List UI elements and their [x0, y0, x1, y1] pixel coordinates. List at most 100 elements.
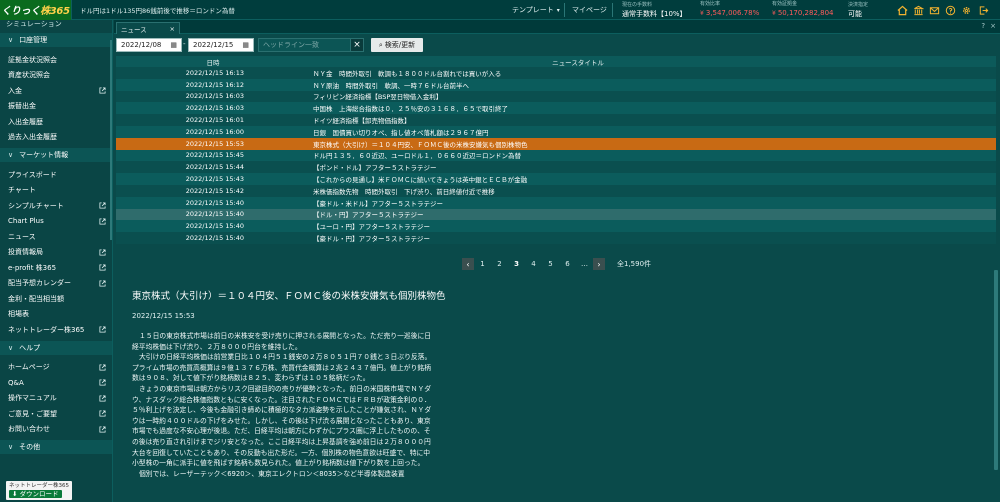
table-row[interactable]: 2022/12/15 16:13 ＮＹ金 時間外取引 軟調も１８００ドル台割れでは… [116, 67, 996, 79]
date-to-input[interactable]: 2022/12/15 ▦ [188, 38, 254, 52]
tab-news[interactable]: ニュース × [116, 22, 180, 34]
calendar-icon[interactable]: ▦ [242, 41, 249, 49]
table-row[interactable]: 2022/12/15 16:01 ドイツ経済指標【卸売物価指数】 [116, 114, 996, 126]
sidebar-item-label: 配当予想カレンダー [8, 279, 71, 288]
page-number[interactable]: 3 [508, 260, 525, 268]
sidebar-item[interactable]: 金利・配当相当額 [0, 291, 112, 307]
row-title: ドル円１３５．６０近辺、ユーロドル１．０６６０近辺＝ロンドン為替 [313, 152, 521, 161]
external-link-icon [99, 218, 106, 225]
table-row[interactable]: 2022/12/15 15:44 【ポンド・ドル】アフター５ストラテジー [116, 161, 996, 174]
sidebar-scrollbar[interactable] [110, 40, 112, 240]
table-row[interactable]: 2022/12/15 16:03 中国株 上海総合指数は０．２５％安の３１６８．６… [116, 102, 996, 115]
chevron-down-icon: ∨ [8, 443, 14, 451]
logout-icon[interactable] [977, 4, 989, 16]
sidebar-item[interactable]: 相場表 [0, 307, 112, 323]
table-row[interactable]: 2022/12/15 15:40 【豪ドル・米ドル】アフター５ストラテジー [116, 196, 996, 209]
mypage-button[interactable]: マイページ [572, 0, 607, 20]
next-page-button[interactable]: › [593, 258, 605, 270]
download-button[interactable]: ネットトレーダー株365 ⬇ ダウンロード [6, 481, 72, 500]
sidebar-item[interactable]: お問い合わせ [0, 422, 112, 438]
row-date: 2022/12/15 15:44 [185, 163, 244, 172]
table-row[interactable]: 2022/12/15 15:40 【ユーロ・円】アフター５ストラテジー [116, 220, 996, 233]
page-number[interactable]: 2 [491, 260, 508, 268]
table-row[interactable]: 2022/12/15 15:42 米株価指数先物 時間外取引 下げ渋り、前日終値付… [116, 184, 996, 197]
sidebar-item[interactable]: 過去入出金履歴 [0, 130, 112, 146]
column-header-title[interactable]: ニュースタイトル [310, 57, 996, 67]
sidebar-item[interactable]: 証拠金状況照会 [0, 52, 112, 68]
stat-settlement-value: 可能 [848, 9, 862, 18]
building-icon[interactable] [912, 4, 924, 16]
sidebar-section-other[interactable]: ∨ その他 [0, 440, 112, 454]
page-number[interactable]: 4 [525, 260, 542, 268]
headline-search-input[interactable]: ヘッドライン一致 [258, 38, 362, 52]
table-row[interactable]: 2022/12/15 15:43 【これからの見通し】米ＦＯＭＣに続いてきょうは英… [116, 173, 996, 185]
sidebar-item[interactable]: 資産状況照会 [0, 68, 112, 84]
home-icon[interactable] [896, 4, 908, 16]
stat-margin-label: 有効証拠金 [772, 1, 798, 7]
window-close-icon[interactable]: × [990, 22, 996, 30]
sidebar-item[interactable]: 投資情報局 [0, 245, 112, 261]
sidebar-item[interactable]: Chart Plus [0, 214, 112, 230]
news-ticker[interactable]: ドル円は1ドル135円86銭前後で推移＝ロンドン為替 [80, 0, 318, 20]
search-button[interactable]: ⌕ 検索/更新 [371, 38, 423, 52]
logo[interactable]: くりっく株365 [0, 0, 72, 20]
template-menu[interactable]: テンプレート ▾ [512, 0, 560, 20]
sidebar-item-label: ネットトレーダー株365 [8, 325, 85, 334]
sidebar-item[interactable]: 振替出金 [0, 99, 112, 115]
sidebar-item[interactable]: ネットトレーダー株365 [0, 322, 112, 338]
clear-button[interactable]: × [350, 38, 364, 52]
stat-settlement-label: 決済指定 [848, 1, 869, 8]
page-number[interactable]: 6 [559, 260, 576, 268]
article-scrollbar[interactable] [994, 270, 998, 470]
sidebar-item[interactable]: Q&A [0, 375, 112, 391]
sidebar-item[interactable]: 入出金履歴 [0, 114, 112, 130]
page-number[interactable]: 1 [474, 260, 491, 268]
prev-page-button[interactable]: ‹ [462, 258, 474, 270]
help-icon[interactable] [944, 4, 956, 16]
sidebar-item[interactable]: ニュース [0, 229, 112, 245]
close-icon[interactable]: × [170, 25, 175, 33]
table-row[interactable]: 2022/12/15 15:45 ドル円１３５．６０近辺、ユーロドル１．０６６０近… [116, 149, 996, 162]
sidebar-section-help[interactable]: ∨ ヘルプ [0, 340, 112, 355]
calendar-icon[interactable]: ▦ [170, 41, 177, 49]
article-paragraph: 大引けの日経平均株価は前営業日比１０４円５１銭安の２万８０５１円７０銭と３日ぶり… [132, 353, 432, 383]
table-header: 日時 ニュースタイトル [116, 56, 996, 67]
column-header-date[interactable]: 日時 [116, 57, 310, 67]
date-from-input[interactable]: 2022/12/08 ▦ [116, 38, 182, 52]
sidebar-item[interactable]: 操作マニュアル [0, 391, 112, 407]
table-row[interactable]: 2022/12/15 16:12 ＮＹ原油 時間外取引 軟調、一時７６ドル台前半へ [116, 78, 996, 91]
sidebar-item-label: シンプルチャート [8, 201, 64, 210]
sidebar-item[interactable]: e-profit 株365 [0, 260, 112, 276]
row-title: 【豪ドル・米ドル】アフター５ストラテジー [313, 199, 443, 208]
table-row[interactable]: 2022/12/15 16:00 日銀 国債買い切りオペ、指し値オペ落札額は２９６… [116, 125, 996, 138]
stat-ratio-number: 3,547,006.78% [705, 9, 760, 17]
sidebar-section-account[interactable]: ∨ 口座管理 [0, 33, 112, 47]
stat-margin-number: 50,170,282,804 [777, 9, 834, 17]
window-controls: ? × [981, 22, 996, 30]
sidebar-item[interactable]: シンプルチャート [0, 198, 112, 214]
gear-icon[interactable] [960, 4, 972, 16]
window-help-icon[interactable]: ? [981, 22, 985, 30]
sidebar-section-market[interactable]: ∨ マーケット情報 [0, 148, 112, 162]
sidebar-item[interactable]: チャート [0, 183, 112, 199]
row-date: 2022/12/15 16:13 [185, 68, 244, 77]
table-row[interactable]: 2022/12/15 15:40 【豪ドル・円】アフター５ストラテジー [116, 232, 996, 244]
row-date: 2022/12/15 15:42 [185, 186, 244, 195]
mail-icon[interactable] [928, 4, 940, 16]
sidebar-item[interactable]: 入金 [0, 83, 112, 99]
sidebar-item[interactable]: 配当予想カレンダー [0, 276, 112, 292]
download-line2: ⬇ ダウンロード [9, 490, 62, 498]
sidebar-item[interactable]: ご意見・ご要望 [0, 406, 112, 422]
sidebar-item[interactable]: ホームページ [0, 360, 112, 376]
table-row[interactable]: 2022/12/15 15:40 【ドル・円】アフター５ストラテジー [116, 208, 996, 221]
pagination: ‹ 1 2 3 4 5 6… › 全1,590件 [462, 257, 651, 271]
sidebar-item-simulation[interactable]: シミュレーション [0, 20, 112, 30]
page-number[interactable]: 5 [542, 260, 559, 268]
table-row[interactable]: 2022/12/15 15:53 東京株式（大引け）＝１０４円安、ＦＯＭＣ後の米株… [116, 137, 996, 150]
page-number[interactable]: … [576, 260, 593, 268]
sidebar-section-title: ヘルプ [19, 343, 41, 352]
table-row[interactable]: 2022/12/15 16:03 フィリピン経済指標【BSP翌日物借入金利】 [116, 90, 996, 103]
sidebar-item[interactable]: プライスボード [0, 167, 112, 183]
sidebar-download-area: ネットトレーダー株365 ⬇ ダウンロード [0, 479, 112, 502]
sidebar-item-label: お問い合わせ [8, 425, 50, 434]
